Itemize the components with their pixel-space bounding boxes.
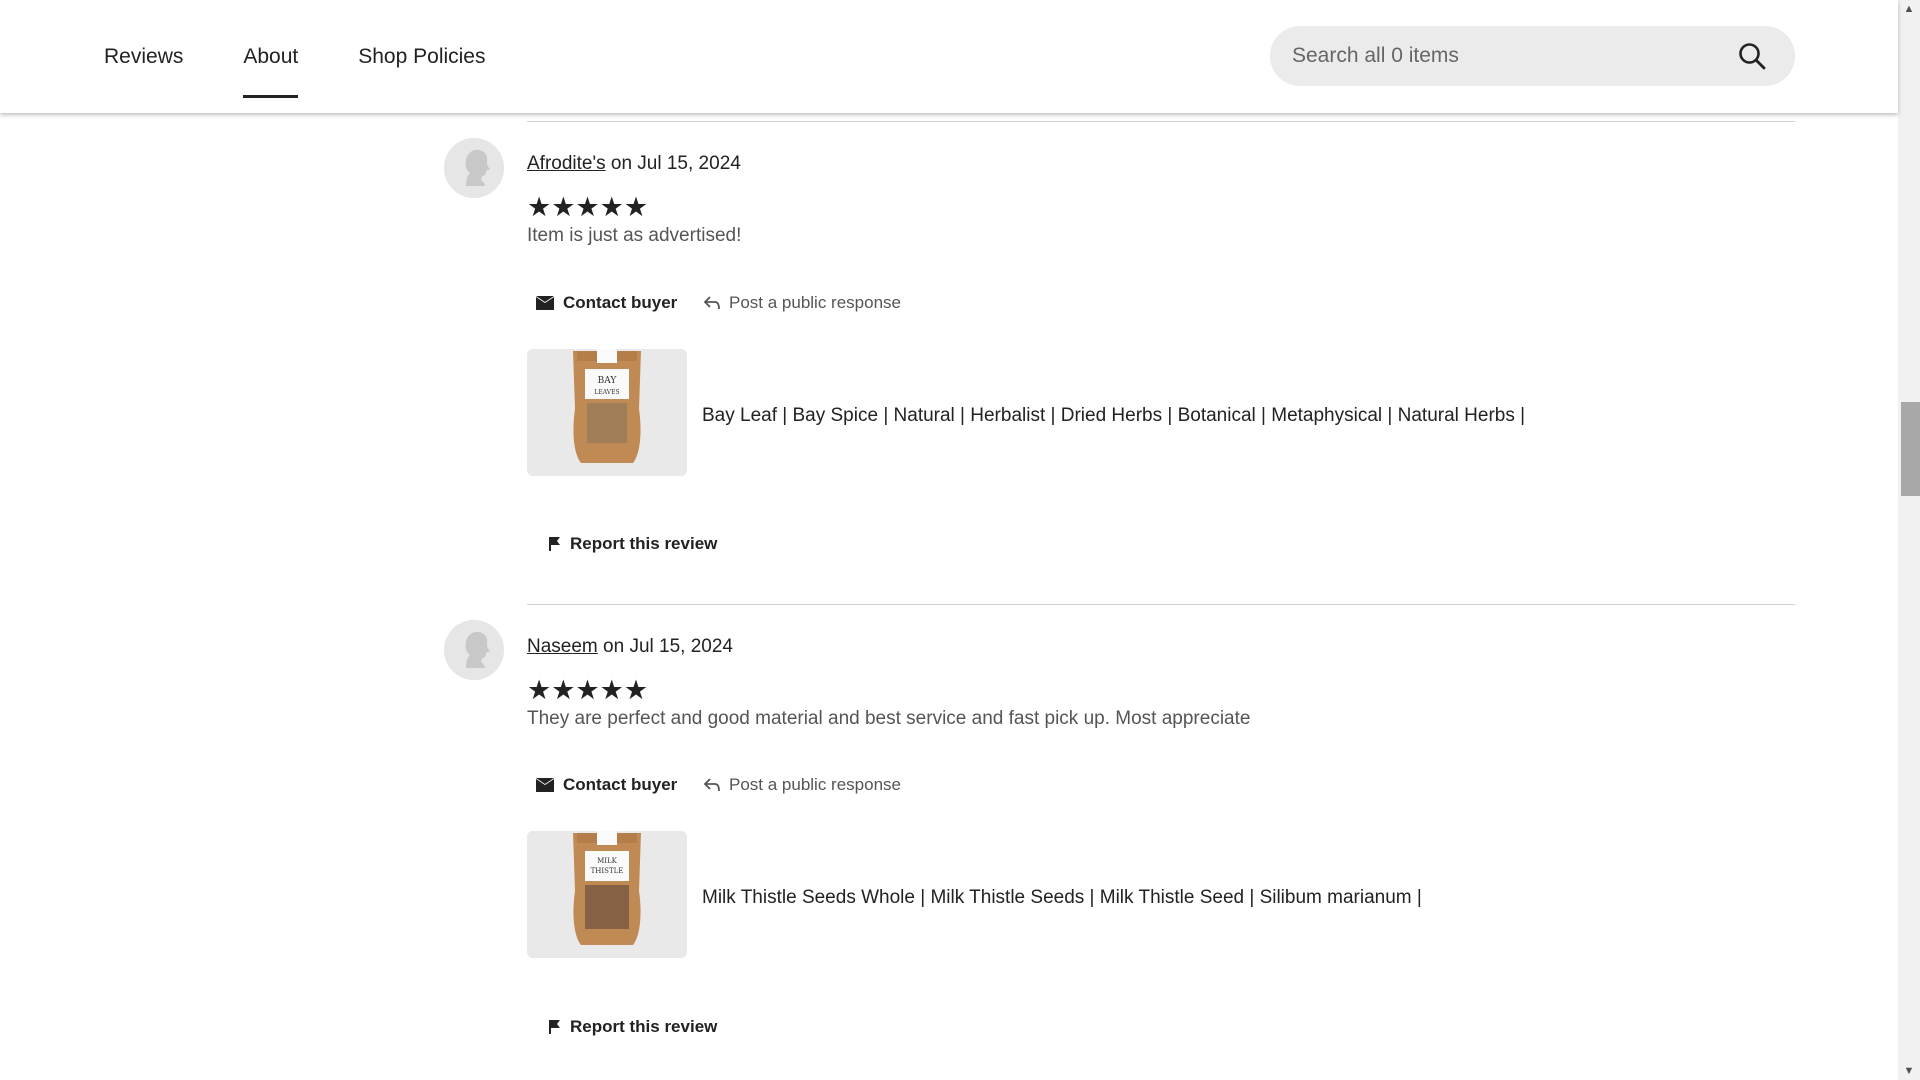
shop-nav-bar: Reviews About Shop Policies <box>0 0 1898 113</box>
listing-thumbnail[interactable]: BAY LEAVES <box>527 349 687 476</box>
svg-text:LEAVES: LEAVES <box>594 389 619 396</box>
avatar <box>444 138 504 198</box>
contact-buyer-label: Contact buyer <box>563 293 678 312</box>
post-public-response-button[interactable]: Post a public response <box>703 775 901 795</box>
envelope-icon <box>536 296 554 310</box>
star-rating: ★★★★★ <box>527 675 649 705</box>
svg-text:MILK: MILK <box>597 857 618 865</box>
contact-buyer-label: Contact buyer <box>563 775 678 794</box>
review-text: They are perfect and good material and b… <box>527 708 1251 729</box>
post-public-response-label: Post a public response <box>729 293 901 312</box>
contact-buyer-button[interactable]: Contact buyer <box>535 775 677 795</box>
shop-tabs: Reviews About Shop Policies <box>104 0 546 113</box>
scroll-up-icon[interactable]: ▲ <box>1898 0 1920 18</box>
divider <box>527 121 1795 122</box>
scrollbar-thumb[interactable] <box>1901 402 1920 496</box>
listing-title-link[interactable]: Bay Leaf | Bay Spice | Natural | Herbali… <box>702 405 1525 427</box>
report-review-button[interactable]: Report this review <box>548 534 717 554</box>
tab-reviews[interactable]: Reviews <box>104 46 183 67</box>
report-review-label: Report this review <box>570 1017 718 1036</box>
avatar <box>444 620 504 680</box>
reply-icon <box>703 778 720 792</box>
svg-text:BAY: BAY <box>598 376 618 386</box>
divider <box>527 604 1795 605</box>
review-date: on Jul 15, 2024 <box>610 153 741 174</box>
flag-icon <box>549 1020 560 1034</box>
review-meta: Naseem on Jul 15, 2024 <box>527 636 733 658</box>
search-icon[interactable] <box>1737 41 1767 71</box>
contact-buyer-button[interactable]: Contact buyer <box>535 293 677 313</box>
report-review-button[interactable]: Report this review <box>548 1017 717 1037</box>
search-input[interactable] <box>1292 44 1712 68</box>
report-review-label: Report this review <box>570 534 718 553</box>
svg-text:THISTLE: THISTLE <box>591 867 624 875</box>
review-meta: Afrodite's on Jul 15, 2024 <box>527 153 741 175</box>
review-text: Item is just as advertised! <box>527 225 742 246</box>
tab-about[interactable]: About <box>243 46 298 98</box>
review-date: on Jul 15, 2024 <box>603 636 733 657</box>
listing-thumbnail[interactable]: MILK THISTLE <box>527 831 687 958</box>
star-rating: ★★★★★ <box>527 192 649 222</box>
reply-icon <box>703 296 720 310</box>
envelope-icon <box>536 778 554 792</box>
post-public-response-label: Post a public response <box>729 775 901 794</box>
scroll-down-icon[interactable]: ▼ <box>1898 1062 1920 1080</box>
tab-shop-policies[interactable]: Shop Policies <box>358 46 485 67</box>
shop-search <box>1270 26 1795 86</box>
scrollbar-track[interactable] <box>1898 0 1920 1080</box>
post-public-response-button[interactable]: Post a public response <box>703 293 901 313</box>
listing-title-link[interactable]: Milk Thistle Seeds Whole | Milk Thistle … <box>702 887 1422 909</box>
reviewer-name-link[interactable]: Naseem <box>527 636 598 657</box>
flag-icon <box>549 537 560 551</box>
reviewer-name-link[interactable]: Afrodite's <box>527 153 606 174</box>
